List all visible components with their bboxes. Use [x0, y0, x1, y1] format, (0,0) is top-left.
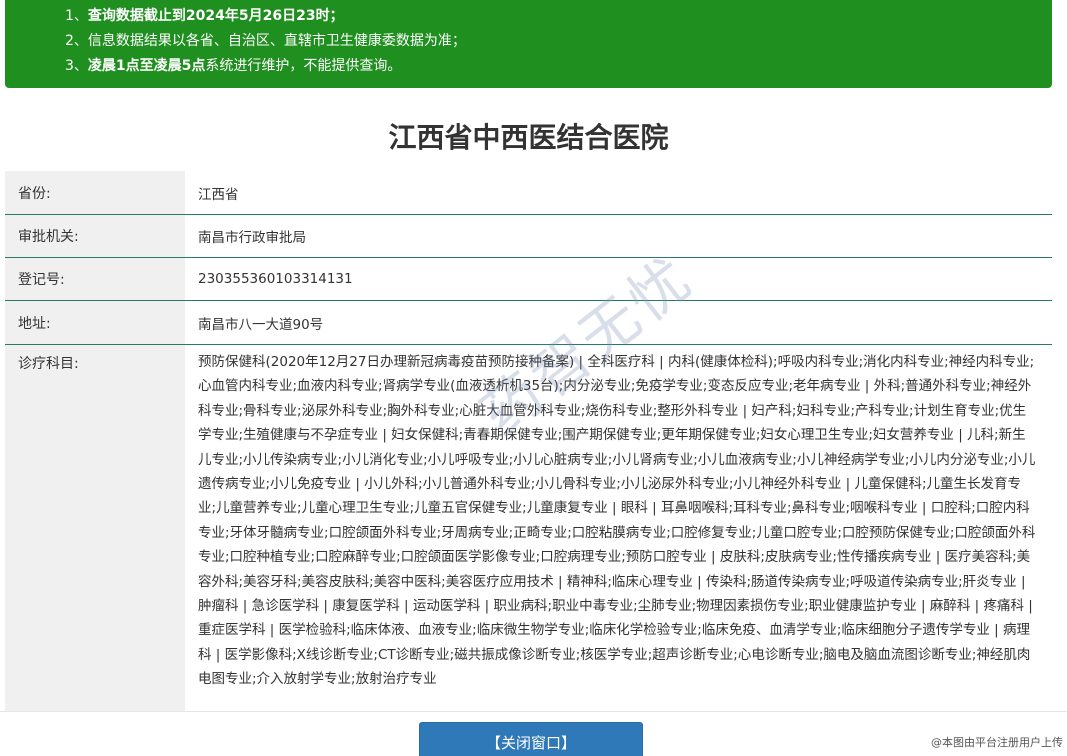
- address-label: 地址:: [5, 301, 185, 344]
- footer-bar: 【关闭窗口】 @本图由平台注册用户上传: [0, 711, 1067, 756]
- notice-banner: 1、查询数据截止到2024年5月26日23时； 2、信息数据结果以各省、自治区、…: [5, 0, 1052, 88]
- hospital-info-table: 省份: 江西省 审批机关: 南昌市行政审批局 登记号: 230355360103…: [5, 171, 1052, 715]
- province-value: 江西省: [198, 186, 239, 203]
- departments-label: 诊疗科目:: [5, 345, 185, 715]
- authority-value: 南昌市行政审批局: [198, 230, 306, 246]
- notice-line-2: 2、信息数据结果以各省、自治区、直辖市卫生健康委数据为准；: [65, 33, 466, 49]
- authority-label: 审批机关:: [5, 215, 185, 257]
- notice-line-1: 1、查询数据截止到2024年5月26日23时；: [65, 8, 344, 24]
- departments-value: 预防保健科(2020年12月27日办理新冠病毒疫苗预防接种备案) | 全科医疗科…: [198, 354, 1036, 688]
- hospital-name: 江西省中西医结合医院: [388, 121, 669, 154]
- registration-label: 登记号:: [5, 258, 185, 300]
- info-row-address: 地址: 南昌市八一大道90号: [5, 301, 1052, 345]
- registration-value: 230355360103314131: [198, 271, 353, 287]
- address-value: 南昌市八一大道90号: [198, 316, 324, 333]
- upload-credit: @本图由平台注册用户上传: [931, 736, 1063, 749]
- info-row-departments: 诊疗科目: 预防保健科(2020年12月27日办理新冠病毒疫苗预防接种备案) |…: [5, 345, 1052, 715]
- close-window-button[interactable]: 【关闭窗口】: [419, 722, 643, 756]
- notice-line-3: 3、凌晨1点至凌晨5点系统进行维护，不能提供查询。: [65, 58, 402, 74]
- info-row-authority: 审批机关: 南昌市行政审批局: [5, 215, 1052, 258]
- province-label: 省份:: [5, 171, 185, 214]
- info-row-province: 省份: 江西省: [5, 171, 1052, 215]
- info-row-registration: 登记号: 230355360103314131: [5, 258, 1052, 301]
